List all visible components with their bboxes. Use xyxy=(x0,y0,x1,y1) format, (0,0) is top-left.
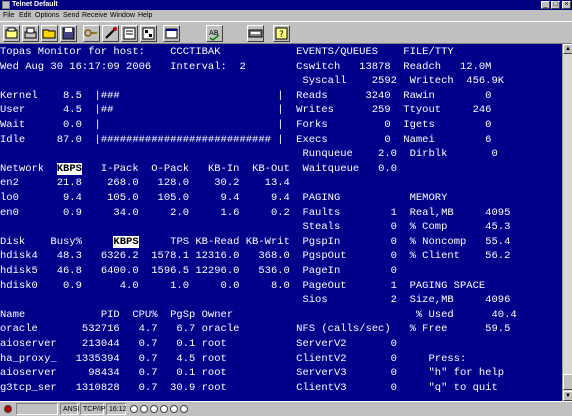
indicator-2-icon xyxy=(140,405,148,413)
layout-icon[interactable] xyxy=(140,25,157,42)
menu-bar: File Edit Options Send Receive Window He… xyxy=(0,10,572,21)
key-icon[interactable] xyxy=(83,25,100,42)
terminal-screen[interactable]: Topas Monitor for host: CCCTIBAK EVENTS/… xyxy=(0,44,562,401)
terminal-line: g3tcp_ser 1310828 0.7 30.9 root ClientV3… xyxy=(0,381,498,394)
terminal-line: Steals 0 % Comp 45.3 xyxy=(0,221,511,234)
terminal-line: Name PID CPU% PgSp Owner % Used 40.4 xyxy=(0,308,517,321)
window-icon[interactable] xyxy=(163,25,180,42)
connection-indicator-icon xyxy=(4,405,12,413)
transfer-icon[interactable] xyxy=(247,25,264,42)
terminal-line: aioserver 98434 0.7 0.1 root ServerV3 0 … xyxy=(0,367,505,380)
terminal-line: Network KBPS I-Pack O-Pack KB-In KB-Out … xyxy=(0,162,397,175)
mouse-icon[interactable] xyxy=(121,25,138,42)
terminal-line: User 4.5 |## | Writes 259 Ttyout 246 xyxy=(0,104,492,117)
print-icon[interactable] xyxy=(22,25,39,42)
terminal-line: Kernel 8.5 |### | Reads 3240 Rawin 0 xyxy=(0,89,492,102)
close-button[interactable]: × xyxy=(562,1,571,9)
maximize-button[interactable]: □ xyxy=(551,1,560,9)
save-icon[interactable] xyxy=(60,25,77,42)
indicator-6-icon xyxy=(180,405,188,413)
terminal-line: en0 0.9 34.0 2.0 1.6 0.2 Faults 1 Real,M… xyxy=(0,206,511,219)
terminal-line: Runqueue 2.0 Dirblk 0 xyxy=(0,148,498,161)
scroll-thumb[interactable] xyxy=(563,374,572,390)
indicator-4-icon xyxy=(160,405,168,413)
status-protocol: TCP/IP xyxy=(80,403,106,415)
terminal-line: Topas Monitor for host: CCCTIBAK EVENTS/… xyxy=(0,46,454,58)
window-title: Telnet Default xyxy=(12,1,58,8)
toolbar: AB ? xyxy=(0,21,572,44)
terminal-line: oracle 532716 4.7 6.7 oracle NFS (calls/… xyxy=(0,323,511,336)
open-folder-icon[interactable] xyxy=(41,25,58,42)
terminal-line: Wait 0.0 | | Forks 0 Igets 0 xyxy=(0,119,492,131)
vertical-scrollbar[interactable]: ▲ ▼ xyxy=(562,44,572,401)
terminal-line: hdisk4 48.3 6326.2 1578.1 12316.0 368.0 … xyxy=(0,250,511,263)
terminal-line: Idle 87.0 |########################### |… xyxy=(0,133,492,146)
sort-column-highlight: KBPS xyxy=(113,235,139,248)
menu-receive[interactable]: Receive xyxy=(82,10,107,21)
terminal-line: hdisk5 46.8 6400.0 1596.5 12296.0 536.0 … xyxy=(0,265,397,277)
status-time: 16:12 xyxy=(106,403,127,415)
status-bar: ANSI TCP/IP 16:12 xyxy=(0,401,572,416)
help-icon[interactable]: ? xyxy=(273,25,290,42)
status-blank xyxy=(16,403,58,415)
menu-edit[interactable]: Edit xyxy=(19,10,31,21)
spell-check-icon[interactable]: AB xyxy=(206,25,223,42)
indicator-1-icon xyxy=(130,405,138,413)
terminal-line: Wed Aug 30 16:17:09 2006 Interval: 2 Csw… xyxy=(0,60,492,73)
app-icon[interactable] xyxy=(2,1,10,9)
terminal-line: Syscall 2592 Writech 456.9K xyxy=(0,75,505,88)
svg-text:?: ? xyxy=(279,30,284,40)
menu-options[interactable]: Options xyxy=(35,10,59,21)
keyboard-icon[interactable] xyxy=(102,25,119,42)
terminal-line: Disk Busy% KBPS TPS KB-Read KB-Writ Pgsp… xyxy=(0,235,511,248)
menu-send[interactable]: Send xyxy=(63,10,79,21)
menu-window[interactable]: Window xyxy=(110,10,135,21)
status-term-type: ANSI xyxy=(60,403,79,415)
menu-file[interactable]: File xyxy=(3,10,14,21)
indicator-3-icon xyxy=(150,405,158,413)
terminal-line: hdisk0 0.9 4.0 1.0 0.0 8.0 PageOut 1 PAG… xyxy=(0,279,486,292)
menu-help[interactable]: Help xyxy=(138,10,152,21)
minimize-button[interactable]: _ xyxy=(541,1,550,9)
scroll-up-button[interactable]: ▲ xyxy=(563,44,572,54)
terminal-line: aioserver 213044 0.7 0.1 root ServerV2 0 xyxy=(0,338,397,350)
scroll-down-button[interactable]: ▼ xyxy=(563,391,572,401)
sort-column-highlight: KBPS xyxy=(56,162,82,175)
terminal-line: ha_proxy_ 1335394 0.7 4.5 root ClientV2 … xyxy=(0,352,467,365)
terminal-line: Sios 2 Size,MB 4096 xyxy=(0,294,511,307)
title-bar: Telnet Default _ □ × xyxy=(0,0,572,10)
terminal-line: lo0 9.4 105.0 105.0 9.4 9.4 PAGING MEMOR… xyxy=(0,192,448,204)
indicator-5-icon xyxy=(170,405,178,413)
connect-icon[interactable] xyxy=(3,25,20,42)
terminal-line: en2 21.8 268.0 128.0 30.2 13.4 xyxy=(0,177,290,190)
